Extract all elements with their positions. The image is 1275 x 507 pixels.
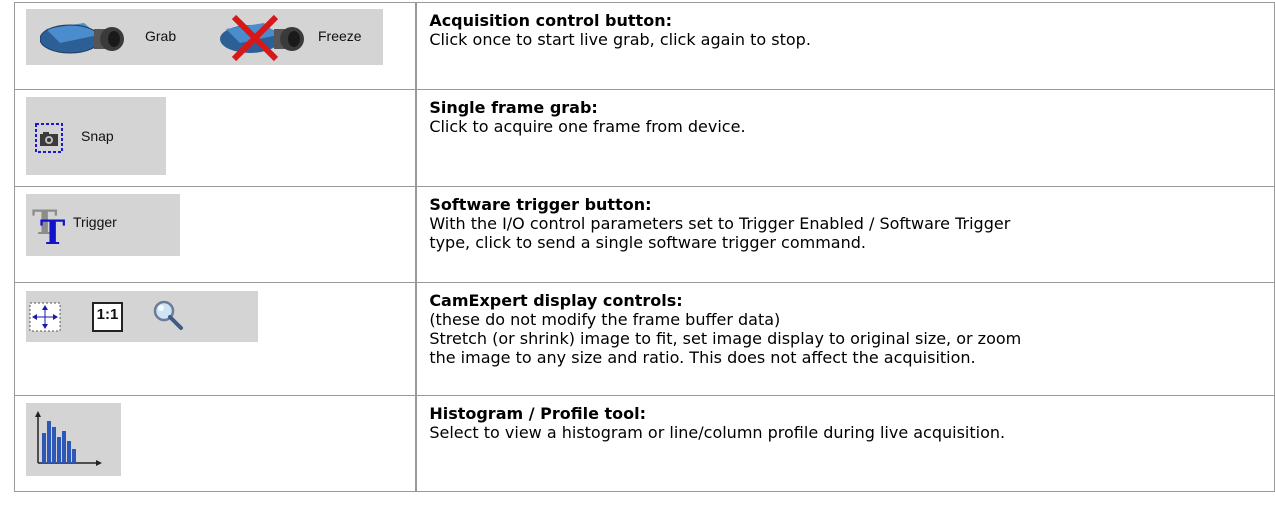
description-cell: Software trigger button: With the I/O co… bbox=[415, 186, 1275, 283]
snap-label: Snap bbox=[81, 128, 114, 144]
snap-button[interactable]: Snap bbox=[26, 97, 166, 175]
row-title: Software trigger button: bbox=[429, 195, 652, 214]
description-cell: Acquisition control button: Click once t… bbox=[415, 2, 1275, 90]
zoom-button[interactable] bbox=[152, 299, 186, 333]
camera-icon bbox=[40, 21, 130, 55]
controls-help-table: Grab Freeze Acquisition control button: … bbox=[14, 2, 1275, 492]
histogram-icon bbox=[32, 411, 104, 467]
icon-cell: Grab Freeze bbox=[14, 2, 418, 90]
row-description: the image to any size and ratio. This do… bbox=[429, 348, 976, 367]
svg-text:T: T bbox=[40, 213, 65, 248]
row-description: With the I/O control parameters set to T… bbox=[429, 214, 1011, 233]
icon-cell: T T Trigger bbox=[14, 186, 418, 283]
grab-label: Grab bbox=[145, 28, 177, 44]
grab-button[interactable]: Grab bbox=[26, 9, 206, 65]
description-cell: Histogram / Profile tool: Select to view… bbox=[415, 395, 1275, 492]
table-row: Grab Freeze Acquisition control button: … bbox=[14, 2, 1275, 90]
original-size-label: 1:1 bbox=[96, 306, 119, 323]
description-cell: Single frame grab: Click to acquire one … bbox=[415, 89, 1275, 187]
row-title: Acquisition control button: bbox=[429, 11, 672, 30]
freeze-label: Freeze bbox=[318, 28, 362, 44]
fit-to-window-icon bbox=[29, 302, 61, 332]
table-row: Snap Single frame grab: Click to acquire… bbox=[14, 89, 1275, 187]
row-description: Click to acquire one frame from device. bbox=[429, 117, 746, 136]
row-title: Histogram / Profile tool: bbox=[429, 404, 647, 423]
help-table-page: { "rows": [ { "title": "Acquisition cont… bbox=[0, 0, 1275, 507]
trigger-label: Trigger bbox=[73, 214, 117, 230]
trigger-t-icon: T T bbox=[30, 204, 70, 248]
icon-cell: Snap bbox=[14, 89, 418, 187]
camera-crossed-icon bbox=[218, 13, 312, 61]
row-title: CamExpert display controls: bbox=[429, 291, 683, 310]
fit-to-window-button[interactable] bbox=[29, 302, 61, 332]
row-description: type, click to send a single software tr… bbox=[429, 233, 866, 252]
trigger-button[interactable]: T T Trigger bbox=[26, 194, 180, 256]
icon-cell bbox=[14, 395, 418, 492]
table-row: T T Trigger Software trigger button: Wit… bbox=[14, 186, 1275, 283]
magnifier-icon bbox=[153, 300, 183, 330]
histogram-button[interactable] bbox=[26, 403, 121, 476]
snap-camera-icon bbox=[35, 123, 63, 153]
row-description: Stretch (or shrink) image to fit, set im… bbox=[429, 329, 1022, 348]
table-row: 1:1 CamExpert display controls: (these d… bbox=[14, 282, 1275, 396]
description-cell: CamExpert display controls: (these do no… bbox=[415, 282, 1275, 396]
row-description: Click once to start live grab, click aga… bbox=[429, 30, 811, 49]
row-description: Select to view a histogram or line/colum… bbox=[429, 423, 1006, 442]
table-row: Histogram / Profile tool: Select to view… bbox=[14, 395, 1275, 492]
original-size-button[interactable]: 1:1 bbox=[92, 302, 123, 332]
acquisition-button-group: Grab Freeze bbox=[26, 9, 383, 65]
freeze-button[interactable]: Freeze bbox=[206, 9, 383, 65]
display-controls-group: 1:1 bbox=[26, 291, 258, 342]
icon-cell: 1:1 bbox=[14, 282, 418, 396]
row-description: (these do not modify the frame buffer da… bbox=[429, 310, 781, 329]
row-title: Single frame grab: bbox=[429, 98, 598, 117]
